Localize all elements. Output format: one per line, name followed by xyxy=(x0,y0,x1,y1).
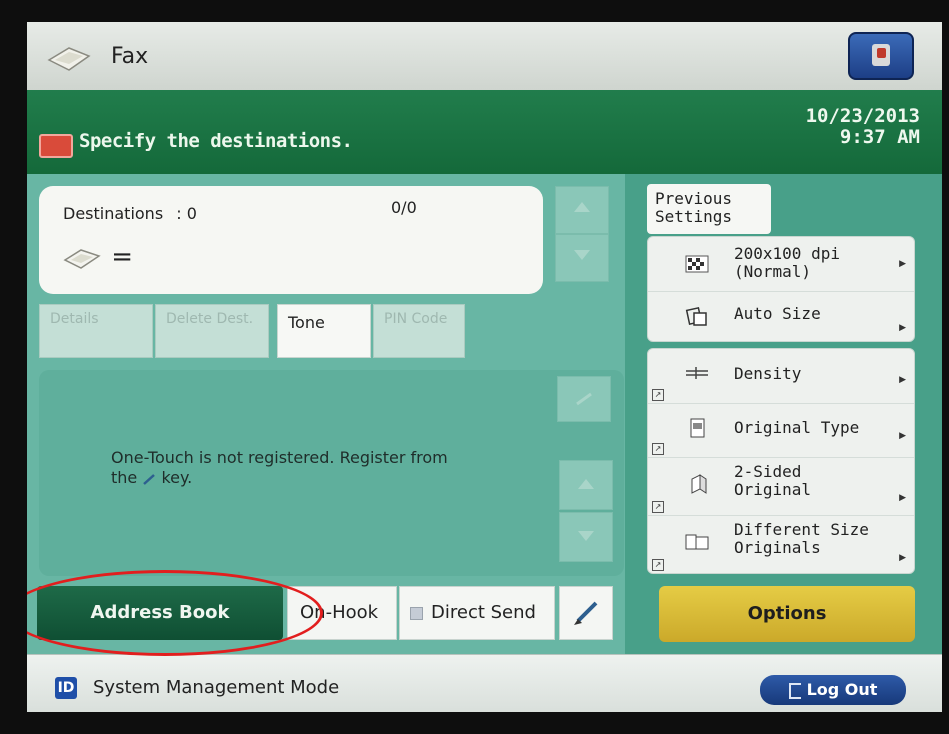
two-sided-original-setting[interactable]: 2-Sided Original ▶ ↗ xyxy=(648,457,914,516)
original-type-icon xyxy=(690,418,705,438)
size-icon xyxy=(685,307,707,326)
logout-icon xyxy=(788,682,801,699)
title-bar: Fax xyxy=(27,22,942,90)
system-management-mode-label: System Management Mode xyxy=(93,677,340,698)
settings-panel: Previous Settings 200x100 dpi(Normal) ▶ xyxy=(625,174,942,654)
auto-size-setting[interactable]: Auto Size ▶ xyxy=(648,291,914,341)
different-size-icon xyxy=(685,534,709,550)
pencil-icon xyxy=(574,601,598,625)
destinations-box[interactable]: Destinations : 0 0/0 = xyxy=(39,186,543,294)
checkbox-icon xyxy=(410,606,423,620)
status-bar: Specify the destinations. 10/23/2013 9:3… xyxy=(27,90,942,174)
time: 9:37 AM xyxy=(839,126,920,148)
one-touch-register-button[interactable] xyxy=(557,376,611,422)
footer-bar: ID System Management Mode Log Out xyxy=(27,654,942,712)
density-icon xyxy=(686,367,708,379)
dest-scroll-down-button[interactable] xyxy=(555,234,609,282)
submenu-icon: ↗ xyxy=(652,443,664,455)
chevron-right-icon: ▶ xyxy=(899,493,906,503)
resolution-size-group: 200x100 dpi (Normal) ▶ Auto Size ▶ xyxy=(647,236,915,342)
chevron-right-icon: ▶ xyxy=(899,323,906,333)
one-touch-scroll-down-button[interactable] xyxy=(559,512,613,562)
resolution-setting[interactable]: 200x100 dpi (Normal) ▶ xyxy=(648,237,914,292)
id-icon: ID xyxy=(55,677,77,699)
log-out-button[interactable]: Log Out xyxy=(760,675,906,705)
delete-dest-button[interactable]: Delete Dest. xyxy=(155,304,269,358)
warning-icon xyxy=(39,134,73,158)
destinations-label: Destinations : 0 xyxy=(63,204,197,223)
direct-send-button[interactable]: Direct Send xyxy=(399,586,555,640)
two-sided-icon xyxy=(691,474,707,494)
resolution-icon xyxy=(685,255,709,273)
down-arrow-icon xyxy=(574,250,590,260)
one-touch-message: One-Touch is not registered. Register fr… xyxy=(111,448,448,487)
submenu-icon: ↗ xyxy=(652,559,664,571)
options-button[interactable]: Options xyxy=(659,586,915,642)
page-title: Fax xyxy=(111,44,149,69)
dest-scroll-up-button[interactable] xyxy=(555,186,609,234)
date: 10/23/2013 xyxy=(805,105,920,127)
printer-screen: Fax Specify the destinations. 10/23/2013… xyxy=(27,22,942,712)
up-arrow-icon xyxy=(574,202,590,212)
previous-settings-button[interactable]: Previous Settings xyxy=(647,184,771,234)
different-size-originals-setting[interactable]: Different Size Originals ▶ ↗ xyxy=(648,515,914,573)
submenu-icon: ↗ xyxy=(652,389,664,401)
destinations-count: 0 xyxy=(186,204,197,223)
scan-settings-group: Density ▶ ↗ Original Type ▶ ↗ 2-Sided Or… xyxy=(647,348,915,574)
pencil-icon xyxy=(576,392,592,406)
down-arrow-icon xyxy=(578,531,594,541)
destination-display: = xyxy=(63,242,133,272)
register-one-touch-button[interactable] xyxy=(559,586,613,640)
details-button[interactable]: Details xyxy=(39,304,153,358)
chevron-right-icon: ▶ xyxy=(899,553,906,563)
chevron-right-icon: ▶ xyxy=(899,375,906,385)
tone-button[interactable]: Tone xyxy=(277,304,371,358)
density-setting[interactable]: Density ▶ ↗ xyxy=(648,349,914,404)
datetime: 10/23/2013 9:37 AM xyxy=(806,106,920,148)
fax-destination-icon xyxy=(63,248,101,269)
chevron-right-icon: ▶ xyxy=(899,431,906,441)
fax-icon xyxy=(47,47,91,71)
submenu-icon: ↗ xyxy=(652,501,664,513)
pin-code-button[interactable]: PIN Code xyxy=(373,304,465,358)
one-touch-scroll-up-button[interactable] xyxy=(559,460,613,510)
main-menu-button[interactable] xyxy=(848,32,914,80)
original-type-setting[interactable]: Original Type ▶ ↗ xyxy=(648,403,914,458)
register-key-icon xyxy=(143,473,156,485)
page-counter: 0/0 xyxy=(391,198,417,217)
up-arrow-icon xyxy=(578,479,594,489)
one-touch-area: One-Touch is not registered. Register fr… xyxy=(39,370,624,576)
chevron-right-icon: ▶ xyxy=(899,259,906,269)
status-message: Specify the destinations. xyxy=(79,130,353,152)
